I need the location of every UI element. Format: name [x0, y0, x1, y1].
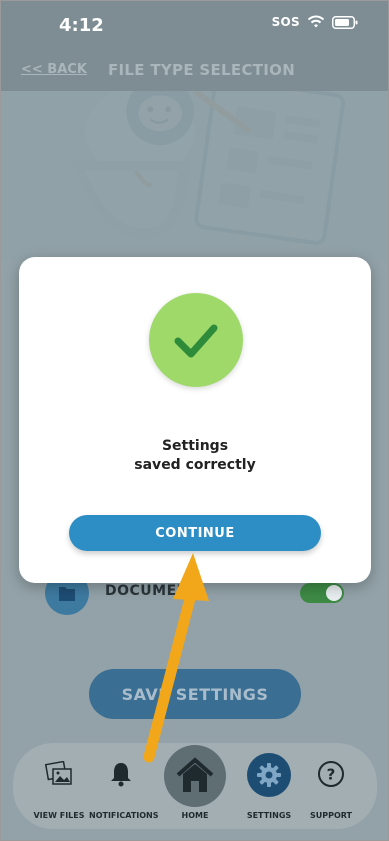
document-toggle[interactable]: [300, 583, 344, 603]
nav-support[interactable]: ? SUPPORT: [299, 753, 363, 820]
nav-notifications[interactable]: NOTIFICATIONS: [89, 753, 159, 820]
battery-icon: [332, 15, 358, 29]
success-message-line1: Settings: [161, 438, 229, 454]
app-header: << BACK FILE TYPE SELECTION: [1, 53, 388, 91]
house-icon: [164, 745, 226, 807]
svg-text:?: ?: [327, 766, 336, 784]
document-label: DOCUMEN: [105, 583, 189, 599]
nav-view-files[interactable]: VIEW FILES: [27, 753, 91, 820]
clock: 4:12: [59, 15, 104, 36]
gear-icon: [247, 753, 291, 797]
nav-label-view-files: VIEW FILES: [33, 811, 85, 820]
wifi-icon: [307, 15, 325, 28]
status-icons: SOS: [272, 15, 358, 29]
question-icon: ?: [316, 759, 346, 789]
checkmark-icon: [149, 293, 243, 387]
save-settings-button[interactable]: SAVE SETTINGS: [89, 669, 301, 719]
nav-label-home: HOME: [181, 811, 209, 820]
nav-label-support: SUPPORT: [309, 811, 353, 820]
back-link[interactable]: << BACK: [21, 62, 87, 77]
continue-button[interactable]: CONTINUE: [69, 515, 321, 551]
nav-label-settings: SETTINGS: [246, 811, 292, 820]
nav-settings[interactable]: SETTINGS: [237, 753, 301, 820]
success-message: Settings saved correctly: [19, 437, 371, 475]
success-dialog: Settings saved correctly CONTINUE: [19, 257, 371, 583]
success-message-line2: saved correctly: [134, 457, 256, 473]
bottom-navigation: VIEW FILES NOTIFICATIONS HOME SETTINGS ?…: [13, 743, 377, 829]
status-bar: 4:12 SOS: [1, 1, 388, 53]
photos-icon: [44, 759, 74, 789]
nav-label-notifications: NOTIFICATIONS: [89, 811, 159, 820]
sos-indicator: SOS: [271, 15, 300, 29]
bell-icon: [106, 759, 136, 789]
page-title: FILE TYPE SELECTION: [108, 61, 296, 79]
phone-screen: 4:12 SOS << BACK FILE TYPE SELECTION DOC…: [0, 0, 389, 841]
